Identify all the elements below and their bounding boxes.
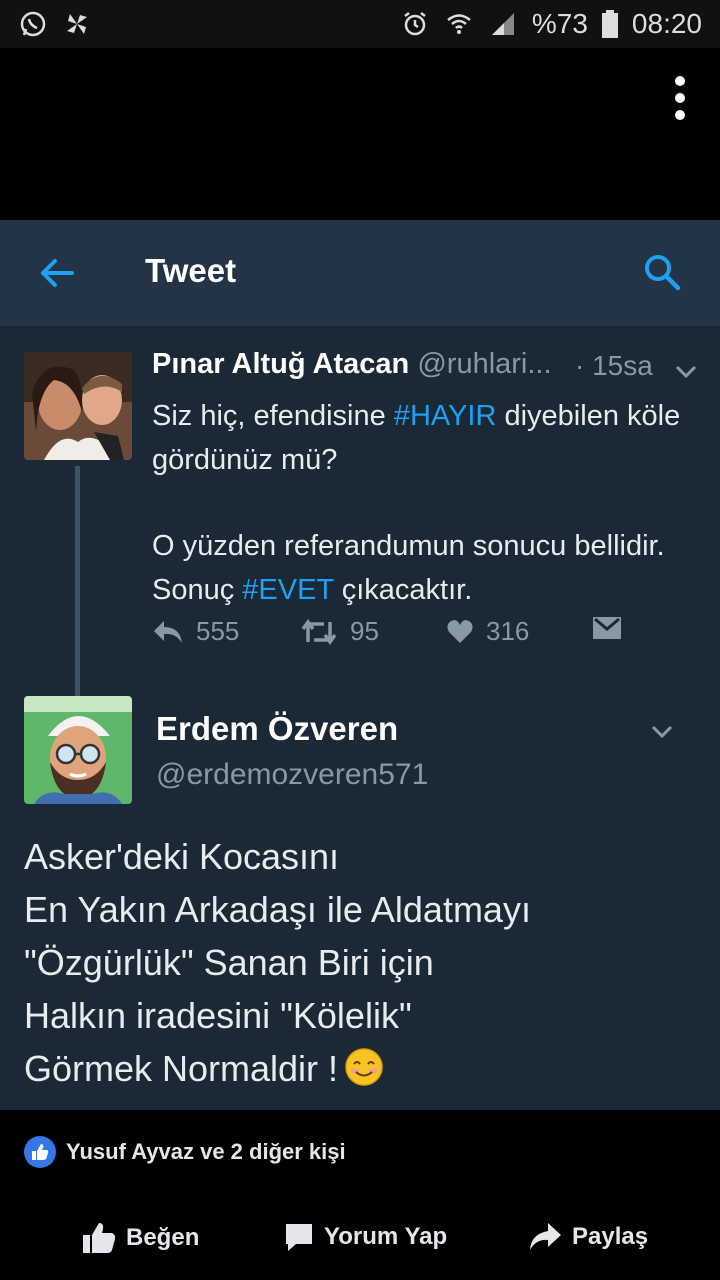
author-handle[interactable]: @erdemozveren571 <box>156 758 428 792</box>
avatar[interactable] <box>24 696 132 804</box>
whatsapp-icon <box>20 11 46 37</box>
retweet-button[interactable]: 95 <box>300 616 379 647</box>
hashtag-link[interactable]: #HAYIR <box>394 400 497 432</box>
chevron-down-icon[interactable] <box>650 724 674 740</box>
reply-button[interactable]: 555 <box>152 616 239 647</box>
battery-icon <box>601 10 618 38</box>
smile-emoji-icon <box>345 1048 383 1086</box>
tweet-line: "Özgürlük" Sanan Biri için <box>24 942 434 983</box>
post-actions: Beğen Yorum Yap Paylaş <box>0 1222 720 1262</box>
retweet-count: 95 <box>350 616 379 646</box>
tweet-time: · 15sa <box>575 350 653 381</box>
clock: 08:20 <box>631 8 702 39</box>
share-button[interactable]: Paylaş <box>528 1222 648 1252</box>
like-badge-icon <box>24 1136 56 1168</box>
thumbs-up-icon <box>83 1223 116 1253</box>
signal-icon <box>491 13 514 35</box>
like-count: 316 <box>486 616 530 646</box>
battery-percent: %73 <box>531 8 588 39</box>
alarm-icon <box>404 12 426 36</box>
reply-icon <box>154 620 182 643</box>
comment-button[interactable]: Yorum Yap <box>284 1222 447 1252</box>
twitter-header: Tweet <box>0 220 720 328</box>
author-handle[interactable]: @ruhlari... <box>417 348 551 380</box>
post-footer: Yusuf Ayvaz ve 2 diğer kişi Beğen Yorum … <box>0 1110 720 1280</box>
tweet-line: En Yakın Arkadaşı ile Aldatmayı <box>24 889 531 930</box>
app-top-area <box>0 48 720 220</box>
search-icon[interactable] <box>642 252 682 292</box>
like-post-button[interactable]: Beğen <box>82 1222 199 1254</box>
author-name[interactable]: Erdem Özveren <box>156 710 398 748</box>
back-arrow-icon[interactable] <box>38 254 76 292</box>
tweet-line: Görmek Normaldir ! <box>24 1042 704 1095</box>
tweet-text: Asker'deki Kocasını En Yakın Arkadaşı il… <box>24 830 704 1095</box>
page-title: Tweet <box>145 252 237 289</box>
dm-button[interactable] <box>592 616 622 640</box>
more-vert-icon[interactable] <box>674 76 686 120</box>
comment-icon <box>286 1224 312 1251</box>
wifi-icon <box>447 14 471 34</box>
retweet-icon <box>301 618 337 645</box>
tweet-screenshot: Tweet Pınar Altuğ Atacan @ruhlari... · 1… <box>0 220 720 1110</box>
tweet-text: Siz hiç, efendisine #HAYIR diyebilen köl… <box>152 400 681 606</box>
like-button[interactable]: 316 <box>446 616 529 647</box>
reactions-summary[interactable]: Yusuf Ayvaz ve 2 diğer kişi <box>24 1136 346 1168</box>
tweet-line: Asker'deki Kocasını <box>24 836 340 877</box>
reply-count: 555 <box>196 616 240 646</box>
share-icon <box>530 1223 561 1250</box>
tweet-line: Halkın iradesini "Kölelik" <box>24 995 412 1036</box>
pinwheel-icon <box>67 14 87 34</box>
status-bar: %73 08:20 <box>0 0 720 48</box>
hashtag-link[interactable]: #EVET <box>242 574 333 606</box>
author-name[interactable]: Pınar Altuğ Atacan <box>152 348 409 380</box>
heart-icon <box>447 619 473 643</box>
tweet-actions: 555 95 316 <box>152 616 652 656</box>
chevron-down-icon[interactable] <box>674 364 698 380</box>
avatar[interactable] <box>24 352 132 460</box>
message-icon <box>593 617 621 639</box>
reactions-text[interactable]: Yusuf Ayvaz ve 2 diğer kişi <box>66 1139 346 1165</box>
tweet-header: Pınar Altuğ Atacan @ruhlari... <box>152 348 552 381</box>
